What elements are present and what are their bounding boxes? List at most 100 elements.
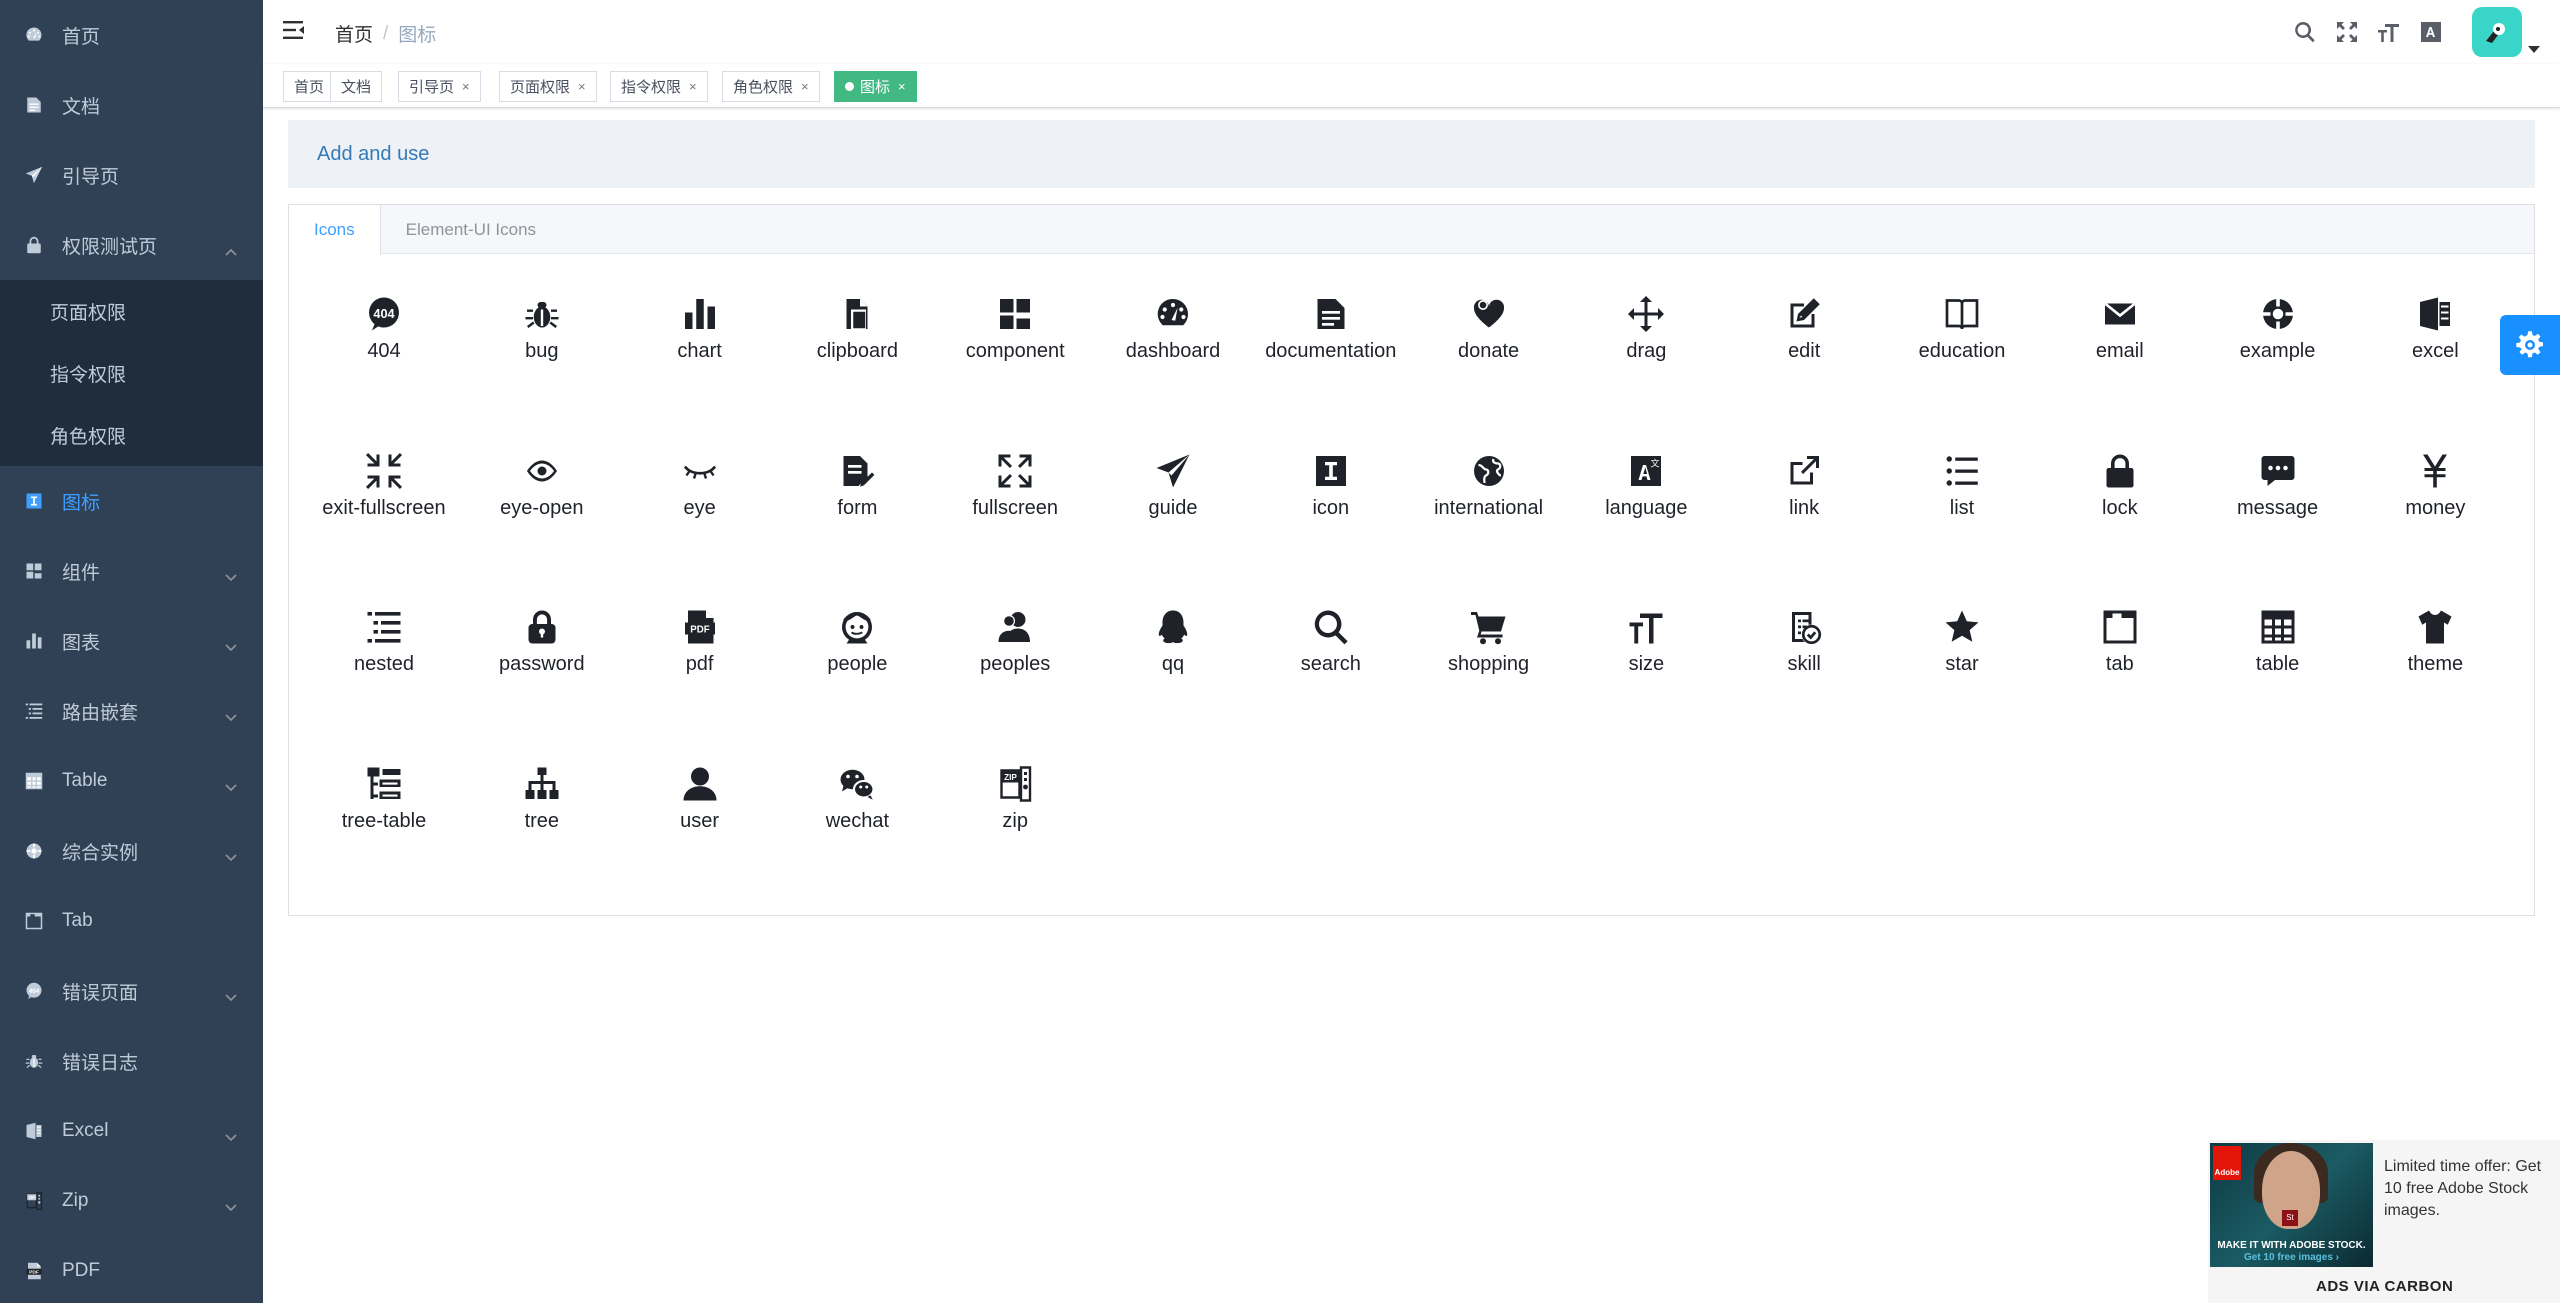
sidebar-item-12[interactable]: 错误日志 [0,1026,263,1096]
icon-item[interactable]: PDF pdf [621,567,779,723]
fullscreen-icon[interactable] [2334,19,2360,45]
sidebar-item-7[interactable]: 路由嵌套 [0,676,263,746]
icon-item[interactable]: tab [2041,567,2199,723]
sidebar-item-5[interactable]: 组件 [0,536,263,606]
icon-item[interactable]: international [1410,411,1568,567]
sidebar-item-8[interactable]: Table [0,746,263,816]
sidebar-item-15[interactable]: PDF PDF [0,1236,263,1303]
icon-item[interactable]: guide [1094,411,1252,567]
close-icon[interactable]: × [898,79,906,94]
avatar[interactable] [2472,7,2522,57]
icon-item[interactable]: peoples [936,567,1094,723]
icon-item[interactable]: people [778,567,936,723]
icon-item[interactable]: nested [305,567,463,723]
tag-0[interactable]: 首页 [283,71,336,102]
carbon-ad[interactable]: Adobe St MAKE IT WITH ADOBE STOCK. Get 1… [2208,1140,2560,1303]
icon-item[interactable]: 404 404 [305,254,463,410]
sidebar-item-9[interactable]: 综合实例 [0,816,263,886]
icon-item[interactable]: star [1883,567,2041,723]
icon-item[interactable]: excel [2356,254,2514,410]
sidebar-item-14[interactable]: ZIP Zip [0,1166,263,1236]
sidebar-item-1[interactable]: 文档 [0,70,263,140]
icon-item[interactable]: eye [621,411,779,567]
sidebar-item-0[interactable]: 首页 [0,0,263,70]
sidebar-item-10[interactable]: Tab [0,886,263,956]
sidebar-item-3[interactable]: 权限测试页 [0,210,263,280]
sidebar-item-13[interactable]: Excel [0,1096,263,1166]
search-icon[interactable] [2292,19,2318,45]
icon-item[interactable]: 文 language [1567,411,1725,567]
submenu-item-2[interactable]: 角色权限 [0,404,263,466]
icon-item[interactable]: bug [463,254,621,410]
icon-item[interactable]: dashboard [1094,254,1252,410]
caret-down-icon[interactable] [2528,41,2540,53]
icon-item[interactable]: fullscreen [936,411,1094,567]
ad-text[interactable]: Limited time offer: Get 10 free Adobe St… [2384,1156,2554,1222]
submenu-item-0[interactable]: 页面权限 [0,280,263,342]
tag-1[interactable]: 文档 [330,71,383,102]
tag-2[interactable]: 引导页 × [398,71,481,102]
icon-item[interactable]: table [2199,567,2357,723]
icon-item[interactable]: example [2199,254,2357,410]
tag-3[interactable]: 页面权限 × [499,71,597,102]
icon-item[interactable]: chart [621,254,779,410]
tree-table-icon [364,764,404,804]
icon-item[interactable]: money [2356,411,2514,567]
submenu-item-1[interactable]: 指令权限 [0,342,263,404]
icon-item[interactable]: component [936,254,1094,410]
breadcrumb-home[interactable]: 首页 [335,20,373,47]
icon-item[interactable]: search [1252,567,1410,723]
language-icon[interactable] [2418,19,2444,45]
icon-item[interactable]: email [2041,254,2199,410]
sidebar-item-2[interactable]: 引导页 [0,140,263,210]
icon-label: message [2237,496,2319,519]
icon-item[interactable]: education [1883,254,2041,410]
close-icon[interactable]: × [689,79,697,94]
tag-6[interactable]: 图标 × [834,71,917,102]
ads-via-carbon[interactable]: ADS VIA CARBON [2316,1278,2453,1295]
icon-item[interactable]: edit [1725,254,1883,410]
icon-item[interactable]: ZIP zip [936,724,1094,880]
sidebar-item-4[interactable]: 图标 [0,466,263,536]
icon-item[interactable]: tree [463,724,621,880]
icon-item[interactable]: clipboard [778,254,936,410]
icon-item[interactable]: skill [1725,567,1883,723]
sidebar-item-11[interactable]: 404 错误页面 [0,956,263,1026]
icon-item[interactable]: lock [2041,411,2199,567]
icon-item[interactable]: size [1567,567,1725,723]
icon-item[interactable]: donate [1410,254,1568,410]
icon-item[interactable]: form [778,411,936,567]
icon-item[interactable]: documentation [1252,254,1410,410]
icon-item[interactable]: message [2199,411,2357,567]
icon-item[interactable]: user [621,724,779,880]
dashboard-icon [1153,294,1193,334]
close-icon[interactable]: × [578,79,586,94]
close-icon[interactable]: × [462,79,470,94]
tree-icon [522,764,562,804]
hamburger-icon[interactable] [283,20,305,40]
size-icon[interactable] [2376,19,2402,45]
close-icon[interactable]: × [801,79,809,94]
icon-item[interactable]: theme [2356,567,2514,723]
svg-text:404: 404 [29,988,40,995]
icon-item[interactable]: wechat [778,724,936,880]
icon-item[interactable]: eye-open [463,411,621,567]
icon-item[interactable]: qq [1094,567,1252,723]
tag-5[interactable]: 角色权限 × [722,71,820,102]
icon-item[interactable]: drag [1567,254,1725,410]
tag-4[interactable]: 指令权限 × [610,71,708,102]
icon-item[interactable]: icon [1252,411,1410,567]
add-and-use-link[interactable]: Add and use [317,143,429,166]
icon-item[interactable]: exit-fullscreen [305,411,463,567]
icon-item[interactable]: link [1725,411,1883,567]
sidebar-item-6[interactable]: 图表 [0,606,263,676]
icon-item[interactable]: shopping [1410,567,1568,723]
chevron-up-icon [225,240,237,256]
ad-image[interactable]: Adobe St MAKE IT WITH ADOBE STOCK. Get 1… [2210,1143,2373,1267]
settings-button[interactable] [2500,315,2560,375]
icon-item[interactable]: password [463,567,621,723]
icon-item[interactable]: tree-table [305,724,463,880]
tab-icons[interactable]: Icons [289,205,381,255]
icon-item[interactable]: list [1883,411,2041,567]
tab-element-ui-icons[interactable]: Element-UI Icons [381,205,562,254]
